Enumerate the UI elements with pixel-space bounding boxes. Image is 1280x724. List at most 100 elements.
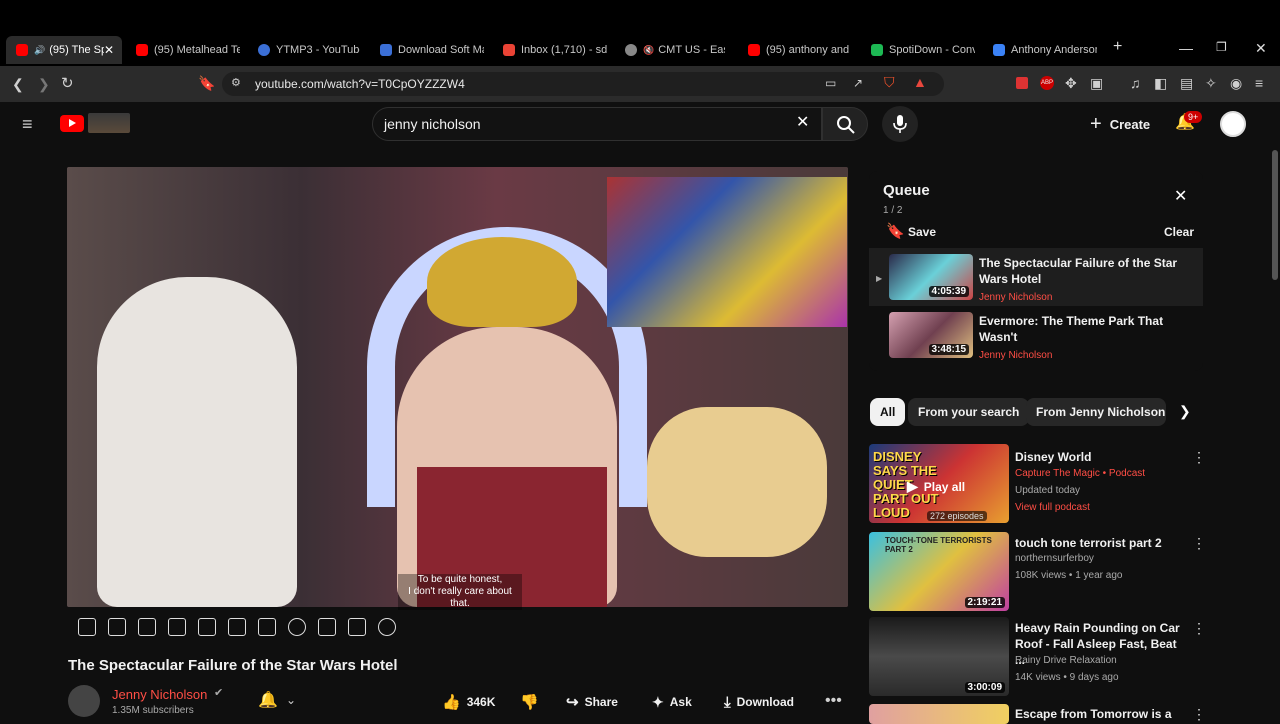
save-playlist-icon[interactable]: 🔖 bbox=[886, 224, 905, 239]
search-button[interactable] bbox=[822, 107, 868, 141]
cinema-icon[interactable] bbox=[198, 618, 216, 636]
hamburger-menu-icon[interactable]: ≡ bbox=[22, 115, 33, 133]
voice-search-button[interactable] bbox=[882, 106, 918, 142]
recommendation-title[interactable]: Disney World bbox=[1015, 449, 1185, 465]
share-icon: ↪ bbox=[566, 694, 579, 711]
site-info-icon[interactable]: ⚙ bbox=[231, 78, 241, 89]
extension-icon[interactable] bbox=[1016, 77, 1028, 89]
browser-tab[interactable]: Inbox (1,710) - sd bbox=[503, 38, 607, 62]
create-button[interactable]: + Create bbox=[1080, 108, 1158, 140]
browser-tab[interactable]: (95) Metalhead Te bbox=[136, 38, 240, 62]
ask-button[interactable]: ✦ Ask bbox=[642, 687, 704, 717]
chevron-right-icon[interactable]: ❯ bbox=[1179, 404, 1191, 418]
share-page-icon[interactable]: ↗ bbox=[853, 77, 863, 89]
cast-icon[interactable]: ▭ bbox=[825, 77, 836, 89]
notifications-badge: 9+ bbox=[1184, 111, 1203, 123]
page-scrollbar[interactable] bbox=[1272, 150, 1278, 280]
minimize-icon[interactable]: — bbox=[1179, 40, 1193, 56]
plus-icon: + bbox=[1090, 112, 1102, 135]
browser-tab[interactable]: (95) anthony and bbox=[748, 38, 852, 62]
more-actions-icon[interactable]: ••• bbox=[825, 693, 842, 709]
thumbs-up-icon: 👍 bbox=[442, 694, 461, 711]
reload-icon[interactable]: ↻ bbox=[61, 76, 74, 91]
channel-avatar[interactable] bbox=[68, 685, 100, 717]
account-avatar[interactable] bbox=[1220, 111, 1246, 137]
share-button[interactable]: ↪ Share bbox=[556, 687, 636, 717]
play-icon: ▶ bbox=[907, 478, 918, 494]
recommendation-thumbnail[interactable]: DISNEY SAYS THE QUIET PART OUT LOUD ▶ Pl… bbox=[869, 444, 1009, 523]
bookmark-icon[interactable]: 🔖 bbox=[198, 76, 215, 90]
speed-icon[interactable] bbox=[288, 618, 306, 636]
gmail-favicon-icon bbox=[503, 44, 515, 56]
camera-icon[interactable] bbox=[348, 618, 366, 636]
browser-tab[interactable]: Download Soft Ma bbox=[380, 38, 484, 62]
theater-icon[interactable] bbox=[258, 618, 276, 636]
like-button[interactable]: 👍 346K bbox=[432, 687, 508, 717]
queue-item-title: Evermore: The Theme Park That Wasn't bbox=[979, 314, 1164, 344]
save-queue-button[interactable]: Save bbox=[908, 225, 936, 239]
recommendation-channel[interactable]: Rainy Drive Relaxation bbox=[1015, 655, 1117, 666]
wallet-icon[interactable]: ▤ bbox=[1180, 76, 1193, 90]
more-options-icon[interactable]: ⋮ bbox=[1192, 450, 1206, 464]
queue-item-channel[interactable]: Jenny Nicholson bbox=[979, 350, 1052, 361]
new-tab-icon[interactable]: + bbox=[1113, 38, 1122, 56]
subscribe-bell-icon[interactable]: 🔔 bbox=[258, 693, 278, 709]
recommendation-thumbnail[interactable] bbox=[869, 704, 1009, 724]
recommendation-channel[interactable]: northernsurferboy bbox=[1015, 553, 1094, 564]
more-options-icon[interactable]: ⋮ bbox=[1192, 536, 1206, 550]
music-icon[interactable]: ♫ bbox=[1130, 76, 1141, 90]
sidebar-icon[interactable]: ◧ bbox=[1154, 76, 1167, 90]
more-options-icon[interactable]: ⋮ bbox=[1192, 707, 1206, 721]
browser-tab-active[interactable]: 🔊 (95) The Sp ✕ bbox=[6, 36, 122, 64]
youtube-logo[interactable] bbox=[60, 115, 84, 132]
chip-from-your-search[interactable]: From your search bbox=[908, 398, 1030, 426]
add-icon[interactable] bbox=[318, 618, 336, 636]
recommendation-title[interactable]: touch tone terrorist part 2 bbox=[1015, 535, 1185, 551]
menu-icon[interactable]: ≡ bbox=[1255, 76, 1263, 90]
video-player[interactable] bbox=[67, 167, 848, 607]
recommendation-thumbnail[interactable]: TOUCH-TONE TERRORISTS PART 2 2:19:21 bbox=[869, 532, 1009, 611]
recommendation-meta: 14K views • 9 days ago bbox=[1015, 672, 1119, 683]
view-full-podcast-link[interactable]: View full podcast bbox=[1015, 502, 1090, 513]
channel-name[interactable]: Jenny Nicholson bbox=[112, 687, 207, 702]
dislike-button[interactable]: 👎 bbox=[510, 687, 546, 717]
close-tab-icon[interactable]: ✕ bbox=[104, 43, 114, 57]
ai-icon[interactable]: ✧ bbox=[1205, 76, 1217, 90]
browser-tab[interactable]: SpotiDown - Conv bbox=[871, 38, 975, 62]
clear-queue-button[interactable]: Clear bbox=[1164, 225, 1194, 239]
more-options-icon[interactable]: ⋮ bbox=[1192, 621, 1206, 635]
back-icon[interactable]: ❮ bbox=[12, 77, 24, 91]
play-all-overlay[interactable]: ▶ Play all bbox=[907, 478, 965, 495]
brave-shield-icon[interactable]: ⛉ bbox=[884, 75, 895, 89]
adblock-icon[interactable]: ABP bbox=[1040, 76, 1054, 90]
chip-all[interactable]: All bbox=[870, 398, 906, 426]
loop-icon[interactable] bbox=[78, 618, 96, 636]
maximize-icon[interactable]: ❐ bbox=[1216, 40, 1227, 54]
audio-icon[interactable] bbox=[138, 618, 156, 636]
miniplayer-icon[interactable] bbox=[228, 618, 246, 636]
verified-icon: ✔ bbox=[214, 687, 224, 699]
browser-tab[interactable]: 🔇 CMT US - Eas bbox=[625, 38, 725, 62]
sort-icon[interactable] bbox=[108, 618, 126, 636]
screenshot-icon[interactable]: ▣ bbox=[1090, 76, 1103, 90]
puzzle-icon[interactable]: ✥ bbox=[1065, 76, 1077, 90]
close-queue-icon[interactable]: ✕ bbox=[1174, 189, 1187, 205]
chip-from-jenny-nicholson[interactable]: From Jenny Nicholson bbox=[1026, 398, 1166, 426]
chevron-down-icon[interactable]: ⌄ bbox=[286, 694, 296, 706]
clear-search-icon[interactable]: ✕ bbox=[796, 115, 809, 131]
subscriber-count: 1.35M subscribers bbox=[112, 705, 194, 716]
forward-icon[interactable]: ❯ bbox=[38, 77, 50, 91]
settings-gear-icon[interactable] bbox=[378, 618, 396, 636]
recommendation-channel[interactable]: Capture The Magic • Podcast bbox=[1015, 468, 1145, 479]
recommendation-thumbnail[interactable]: 3:00:09 bbox=[869, 617, 1009, 696]
close-window-icon[interactable]: ✕ bbox=[1255, 40, 1267, 57]
download-button[interactable]: ⤓ Download bbox=[714, 687, 814, 717]
playlist-icon[interactable] bbox=[168, 618, 186, 636]
browser-tab[interactable]: Anthony Anderson bbox=[993, 38, 1097, 62]
queue-item-channel[interactable]: Jenny Nicholson bbox=[979, 292, 1052, 303]
rewards-icon[interactable]: ▲ bbox=[913, 75, 927, 89]
microphone-icon bbox=[893, 115, 907, 133]
browser-tab[interactable]: YTMP3 - YouTube bbox=[258, 38, 360, 62]
episode-count: 272 episodes bbox=[927, 511, 987, 521]
vpn-icon[interactable]: ◉ bbox=[1230, 76, 1242, 90]
